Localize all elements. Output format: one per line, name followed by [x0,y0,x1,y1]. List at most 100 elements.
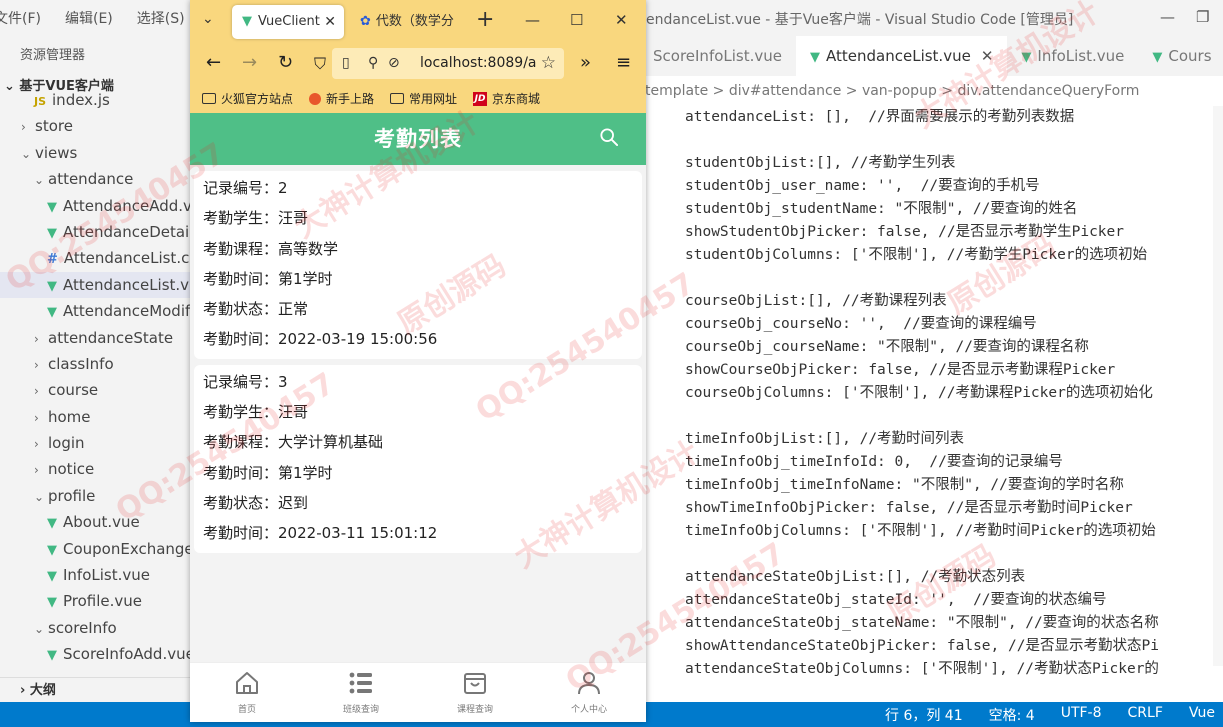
bookmark-firefox[interactable]: 火狐官方站点 [202,90,293,107]
tree-item-label: attendanceState [48,328,174,347]
chevron-down-icon: ⌄ [21,146,32,161]
search-icon[interactable] [600,128,618,146]
tab-class-query[interactable]: 班级查询 [304,663,418,722]
tab-list-icon[interactable]: ⌄ [202,11,214,27]
tree-item[interactable]: ▼ AttendanceList.vue [0,271,192,299]
record-course-row: 考勤课程：高等数学 [203,234,642,264]
tree-item[interactable]: # AttendanceList.css [0,245,192,271]
minimize-icon[interactable]: — [1160,8,1175,26]
bookmark-getting-started[interactable]: 新手上路 [309,90,374,107]
breadcrumb[interactable]: template > div#attendance > van-popup > … [645,76,1223,106]
code-line: timeInfoObj_timeInfoName: "不限制", //要查询的学… [685,477,1124,493]
bookmark-common[interactable]: 常用网址 [390,90,457,107]
record-period-label: 考勤时间： [203,269,279,288]
tree-item[interactable]: ⌄ scoreInfo [0,615,192,641]
bookmark-star-icon[interactable]: ☆ [541,48,556,79]
code-line: courseObjColumns: ['不限制'], //考勤课程Picker的… [685,385,1153,401]
tree-item[interactable]: › classInfo [0,351,192,377]
back-icon[interactable]: ← [206,52,221,73]
tree-item[interactable]: ▼ About.vue [0,509,192,535]
attendance-app: 考勤列表 记录编号：2 考勤学生：汪哥 考勤课程：高等数学 考勤时间：第1学时 考勤状态… [190,113,646,722]
status-eol[interactable]: CRLF [1128,705,1163,725]
close-icon[interactable]: ✕ [981,47,994,65]
menu-edit[interactable]: 编辑(E) [53,8,125,28]
tree-item-label: attendance [48,170,134,189]
status-language[interactable]: Vue [1189,705,1215,725]
menu-selection[interactable]: 选择(S) [125,8,197,28]
menu-file[interactable]: 文件(F) [0,8,53,28]
tree-item-label: AttendanceAdd.vue [63,196,192,215]
record-id-row: 记录编号：3 [203,367,642,397]
hamburger-menu-icon[interactable]: ≡ [616,52,631,73]
tree-item[interactable]: ▼ Profile.vue [0,588,192,614]
browser-tab-active[interactable]: ▼ VueClient ✕ [232,5,344,39]
editor-tab[interactable]: ▼ InfoList.vue [1007,36,1138,76]
minimize-icon[interactable]: — [525,11,540,29]
tree-item[interactable]: › course [0,377,192,403]
browser-tab-title: VueClient [258,14,320,29]
vue-file-icon: ▼ [47,199,57,215]
tree-item[interactable]: ⌄ profile [0,483,192,509]
forward-icon[interactable]: → [242,52,257,73]
tree-item[interactable]: › login [0,430,192,456]
shield-icon[interactable]: ⛉ [314,54,326,74]
browser-tab-title-2: 代数（数学分 [375,14,454,29]
maximize-icon[interactable]: ☐ [570,11,583,29]
bookmark-label: 新手上路 [326,92,375,106]
bookmark-jd[interactable]: JD 京东商城 [473,90,540,107]
restore-icon[interactable]: ❐ [1196,8,1209,26]
outline-section[interactable]: › 大纲 [0,677,192,702]
new-tab-button[interactable]: + [476,9,494,31]
editor-tab[interactable]: ▼ AttendanceList.vue ✕ [796,36,1008,76]
editor-tab[interactable]: ScoreInfoList.vue [645,36,796,76]
tree-item[interactable]: ▼ AttendanceModify.vue [0,298,192,324]
status-encoding[interactable]: UTF-8 [1061,705,1102,725]
app-header: 考勤列表 [190,113,646,165]
tree-item[interactable]: ▼ AttendanceDetail.vue [0,219,192,245]
tree-item-label: ScoreInfoAdd.vue [63,645,192,664]
tree-item[interactable]: › home [0,404,192,430]
tab-course-query[interactable]: 课程查询 [418,663,532,722]
record-state-row: 考勤状态：正常 [203,294,642,324]
status-indentation[interactable]: 空格: 4 [989,705,1035,725]
window-title: endanceList.vue - 基于Vue客户端 - Visual Stud… [646,12,1074,28]
permissions-icon[interactable]: ⚲ [368,48,378,79]
vue-file-icon: ▼ [47,569,57,585]
tree-item[interactable]: › attendanceState [0,325,192,351]
tab-label: 班级查询 [342,705,379,715]
record-state-value: 正常 [278,300,309,319]
tree-item[interactable]: › notice [0,456,192,482]
record-state-label: 考勤状态： [203,493,279,512]
tree-item[interactable]: ▼ AttendanceAdd.vue [0,193,192,219]
tree-item[interactable]: ▼ CouponExchange.vue [0,536,192,562]
record-state-value: 迟到 [278,493,309,512]
tree-item-label: AttendanceList.css [63,249,192,268]
code-line: courseObj_courseName: "不限制", //要查询的课程名称 [685,339,1089,355]
minimap[interactable] [1213,106,1223,666]
tracking-protection-icon[interactable]: ⊘ [388,48,400,79]
attendance-card[interactable]: 记录编号：3 考勤学生：汪哥 考勤课程：大学计算机基础 考勤时间：第1学时 考勤状态：迟… [194,364,642,553]
reload-icon[interactable]: ↻ [278,52,293,73]
tree-item-label: InfoList.vue [63,566,150,585]
editor-tab[interactable]: ▼ Cours [1138,36,1223,76]
tab-home[interactable]: 首页 [190,663,304,722]
tree-item[interactable]: JS index.js [0,87,192,113]
close-window-icon[interactable]: ✕ [615,11,628,29]
browser-tab-inactive[interactable]: ✿ 代数（数学分 [356,5,456,39]
tree-item[interactable]: ▼ InfoList.vue [0,562,192,588]
tab-profile[interactable]: 个人中心 [532,663,646,722]
code-area[interactable]: attendanceList: [], //界面需要展示的考勤列表数据 stude… [645,106,1223,702]
code-line: showStudentObjPicker: false, //是否显示考勤学生P… [685,224,1124,240]
tree-item[interactable]: › store [0,113,192,139]
tree-item[interactable]: ⌄ views [0,140,192,166]
close-tab-icon[interactable]: ✕ [324,5,336,39]
vue-file-icon: ▼ [47,595,57,611]
url-bar[interactable]: ▯ ⚲ ⊘ localhost:8089/a ☆ [332,48,564,79]
overflow-chevron-icon[interactable]: » [580,52,591,73]
record-period-row: 考勤时间：第1学时 [203,264,642,294]
tree-item[interactable]: ▼ ScoreInfoAdd.vue [0,641,192,667]
code-line: studentObjColumns: ['不限制'], //考勤学生Picker… [685,247,1148,263]
tree-item[interactable]: ⌄ attendance [0,166,192,192]
attendance-card[interactable]: 记录编号：2 考勤学生：汪哥 考勤课程：高等数学 考勤时间：第1学时 考勤状态：正常 考勤… [194,171,642,359]
status-cursor-position[interactable]: 行 6，列 41 [885,705,963,725]
